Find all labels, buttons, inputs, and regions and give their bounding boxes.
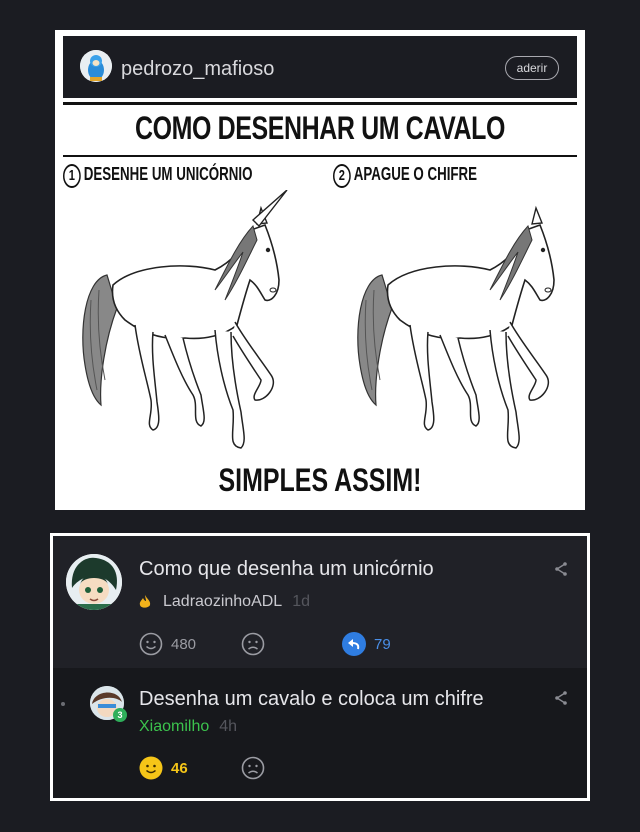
meme-title: COMO DESENHAR UM CAVALO	[134, 110, 506, 146]
comments-panel: Como que desenha um unicórnio Ladraozinh…	[50, 533, 590, 801]
comment-text: Desenha um cavalo e coloca um chifre	[139, 688, 484, 710]
meme-step-2: 2 APAGUE O CHIFRE	[333, 164, 477, 188]
step-label: DESENHE UM UNICÓRNIO	[83, 164, 253, 184]
step-number: 2	[333, 164, 351, 188]
frown-icon[interactable]	[241, 756, 265, 780]
unicorn-horn	[251, 190, 288, 228]
comment-time: 1d	[292, 593, 310, 610]
post-header: pedrozo_mafioso aderir	[63, 36, 577, 98]
step-number: 1	[63, 164, 81, 188]
step-label: APAGUE O CHIFRE	[353, 164, 478, 184]
comment-meta: LadraozinhoADL 1d	[139, 593, 310, 611]
smile-icon-active[interactable]	[139, 756, 163, 780]
share-icon[interactable]	[553, 690, 569, 706]
smile-icon[interactable]	[139, 632, 163, 656]
comment-author[interactable]: Xiaomilho	[139, 718, 209, 735]
like-count: 480	[171, 636, 197, 653]
meme-caption: SIMPLES ASSIM!	[218, 462, 422, 498]
comment-meta: Xiaomilho 4h	[139, 718, 237, 736]
user-avatar[interactable]	[80, 50, 112, 82]
comment-reply[interactable]: 3 Desenha um cavalo e coloca um chifre X…	[53, 668, 587, 798]
divider	[63, 102, 577, 105]
frown-icon[interactable]	[241, 632, 265, 656]
meme-step-1: 1 DESENHE UM UNICÓRNIO	[63, 164, 252, 188]
comment-time: 4h	[219, 718, 238, 735]
username[interactable]: pedrozo_mafioso	[121, 58, 274, 81]
comment-avatar[interactable]	[66, 554, 122, 610]
reply-icon[interactable]	[342, 632, 366, 656]
horse-drawings	[82, 190, 555, 449]
like-count: 46	[171, 760, 188, 777]
join-button[interactable]: aderir	[505, 56, 559, 80]
share-icon[interactable]	[553, 561, 569, 577]
post-card: pedrozo_mafioso aderir COMO DESENHAR UM …	[55, 30, 585, 510]
flame-icon	[139, 595, 151, 608]
comment-author[interactable]: LadraozinhoADL	[163, 593, 282, 610]
level-badge: 3	[113, 708, 127, 722]
comment-text: Como que desenha um unicórnio	[139, 558, 434, 580]
thread-bullet	[61, 702, 65, 706]
unicorn-drawing	[82, 207, 280, 449]
divider	[63, 155, 577, 157]
horse-drawing	[357, 207, 555, 449]
reply-count: 79	[374, 636, 391, 653]
